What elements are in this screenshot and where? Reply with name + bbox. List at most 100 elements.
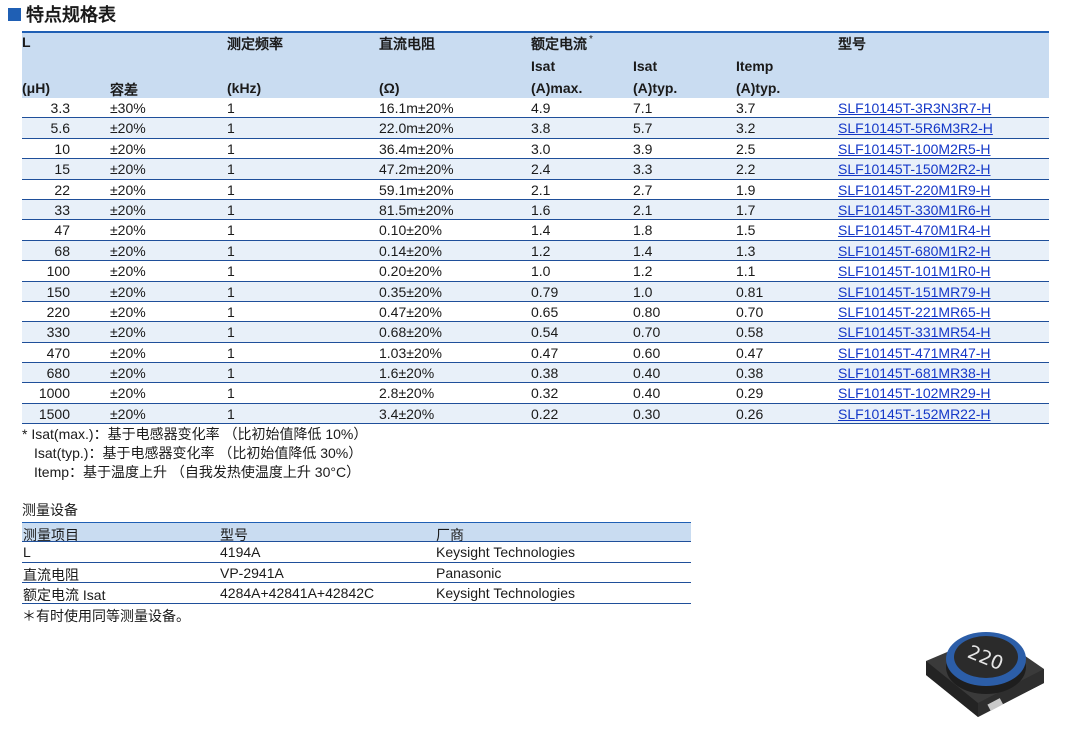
inductance-value: 220 <box>46 303 70 320</box>
dcr-value: 47.2m±20% <box>379 161 454 178</box>
freq-value: 1 <box>227 120 235 137</box>
part-number-link[interactable]: SLF10145T-470M1R4-H <box>838 222 991 238</box>
isat-max-value: 0.47 <box>531 344 559 361</box>
footnote-itemp: Itemp：基于温度上升 （自我发热使温度上升 30°C） <box>34 464 361 480</box>
itemp-value: 1.9 <box>736 181 756 198</box>
equipment-item: 直流电阻 <box>23 566 79 583</box>
tolerance-value: ±20% <box>110 365 146 382</box>
isat-typ-value: 0.40 <box>633 385 661 402</box>
spec-table-body: 3.3 ±30% 1 16.1m±20% 4.9 7.1 3.7 SLF10145T-3R3N… <box>22 98 1049 425</box>
equipment-vendor: Panasonic <box>436 564 502 581</box>
freq-value: 1 <box>227 303 235 320</box>
dcr-value: 59.1m±20% <box>379 181 454 198</box>
freq-value: 1 <box>227 222 235 239</box>
itemp-value: 0.58 <box>736 324 764 341</box>
isat-max-value: 1.6 <box>531 201 551 218</box>
spec-row: 10 ±20% 1 36.4m±20% 3.0 3.9 2.5 SLF10145T-100M2… <box>22 139 1049 160</box>
isat-max-value: 1.4 <box>531 222 551 239</box>
tolerance-value: ±20% <box>110 181 146 198</box>
inductance-value: 15 <box>54 161 70 178</box>
equipment-title: 测量设备 <box>22 502 78 518</box>
part-number-link[interactable]: SLF10145T-101M1R0-H <box>838 263 991 279</box>
spec-row: 680 ±20% 1 1.6±20% 0.38 0.40 0.38 SLF10145T-681… <box>22 363 1049 384</box>
col-isat-max-header: Isat <box>531 58 556 74</box>
isat-typ-value: 0.40 <box>633 365 661 382</box>
isat-max-value: 2.4 <box>531 161 551 178</box>
col-itemp-header: Itemp <box>736 58 774 74</box>
spec-row: 1500 ±20% 1 3.4±20% 0.22 0.30 0.26 SLF10145T-15… <box>22 403 1049 425</box>
part-number-link[interactable]: SLF10145T-102MR29-H <box>838 385 991 401</box>
col-part-number-header: 型号 <box>838 36 866 52</box>
part-number-link[interactable]: SLF10145T-331MR54-H <box>838 324 991 340</box>
freq-value: 1 <box>227 100 235 116</box>
isat-max-value: 3.0 <box>531 140 551 157</box>
dcr-value: 22.0m±20% <box>379 120 454 137</box>
col-rated-header: 额定电流 * <box>531 34 593 54</box>
spec-row: 5.6 ±20% 1 22.0m±20% 3.8 5.7 3.2 SLF10145T-5R6M… <box>22 118 1049 139</box>
tolerance-value: ±20% <box>110 161 146 178</box>
spec-row: 22 ±20% 1 59.1m±20% 2.1 2.7 1.9 SLF10145T-220M1… <box>22 180 1049 200</box>
tolerance-value: ±30% <box>110 100 146 116</box>
spec-table: L (μH) 容差 测定频率 (kHz) 直流电阻 (Ω) 额定电流 * Isat… <box>22 31 1049 425</box>
col-tolerance-header: 容差 <box>110 82 138 98</box>
equipment-vendor: Keysight Technologies <box>436 585 576 601</box>
isat-max-value: 1.2 <box>531 242 551 259</box>
equipment-model: 4194A <box>220 544 261 560</box>
isat-typ-value: 1.4 <box>633 242 653 259</box>
itemp-value: 3.7 <box>736 100 756 116</box>
itemp-value: 0.70 <box>736 303 764 320</box>
part-number-link[interactable]: SLF10145T-220M1R9-H <box>838 182 991 198</box>
itemp-value: 1.5 <box>736 222 756 239</box>
part-number-link[interactable]: SLF10145T-330M1R6-H <box>838 202 991 218</box>
part-number-link[interactable]: SLF10145T-221MR65-H <box>838 304 991 320</box>
part-number-link[interactable]: SLF10145T-680M1R2-H <box>838 243 991 259</box>
freq-value: 1 <box>227 324 235 341</box>
dcr-value: 0.35±20% <box>379 283 442 300</box>
col-l-unit: (μH) <box>22 80 50 96</box>
dcr-value: 0.10±20% <box>379 222 442 239</box>
spec-table-header: L (μH) 容差 测定频率 (kHz) 直流电阻 (Ω) 额定电流 * Isat… <box>22 31 1049 98</box>
part-number-link[interactable]: SLF10145T-100M2R5-H <box>838 141 991 157</box>
dcr-value: 16.1m±20% <box>379 100 454 116</box>
spec-row: 150 ±20% 1 0.35±20% 0.79 1.0 0.81 SLF10145T-151… <box>22 281 1049 302</box>
dcr-value: 0.47±20% <box>379 303 442 320</box>
inductance-value: 1000 <box>38 385 70 402</box>
isat-typ-value: 7.1 <box>633 100 653 116</box>
spec-row: 47 ±20% 1 0.10±20% 1.4 1.8 1.5 SLF10145T-470M1R… <box>22 220 1049 241</box>
itemp-value: 1.3 <box>736 242 756 259</box>
col-isat-typ-unit: (A)typ. <box>633 80 678 96</box>
part-number-link[interactable]: SLF10145T-3R3N3R7-H <box>838 100 991 116</box>
isat-typ-value: 0.60 <box>633 344 661 361</box>
freq-value: 1 <box>227 365 235 382</box>
spec-row: 15 ±20% 1 47.2m±20% 2.4 3.3 2.2 SLF10145T-150M2… <box>22 159 1049 180</box>
isat-max-value: 0.32 <box>531 385 559 402</box>
part-number-link[interactable]: SLF10145T-471MR47-H <box>838 345 991 361</box>
equipment-row: 直流电阻 VP-2941A Panasonic <box>22 563 691 583</box>
part-number-link[interactable]: SLF10145T-150M2R2-H <box>838 161 991 177</box>
isat-typ-value: 1.8 <box>633 222 653 239</box>
col-freq-unit: (kHz) <box>227 80 262 96</box>
tolerance-value: ±20% <box>110 385 146 402</box>
dcr-value: 0.14±20% <box>379 242 442 259</box>
part-number-link[interactable]: SLF10145T-5R6M3R2-H <box>838 120 993 136</box>
part-number-link[interactable]: SLF10145T-152MR22-H <box>838 406 991 422</box>
inductance-value: 68 <box>54 242 70 259</box>
tolerance-value: ±20% <box>110 405 146 422</box>
rated-asterisk: * <box>589 34 593 45</box>
isat-typ-value: 1.2 <box>633 263 653 280</box>
inductance-value: 10 <box>54 140 70 157</box>
equipment-table: 测量项目 型号 厂商 L 4194A Keysight Technologies… <box>22 522 691 604</box>
isat-max-value: 0.54 <box>531 324 559 341</box>
part-number-link[interactable]: SLF10145T-151MR79-H <box>838 284 991 300</box>
freq-value: 1 <box>227 161 235 178</box>
itemp-value: 0.47 <box>736 344 764 361</box>
inductance-value: 330 <box>46 324 70 341</box>
isat-max-value: 0.79 <box>531 283 559 300</box>
itemp-value: 0.81 <box>736 283 764 300</box>
itemp-value: 2.5 <box>736 140 756 157</box>
title-square-icon <box>8 7 21 21</box>
tolerance-value: ±20% <box>110 120 146 137</box>
freq-value: 1 <box>227 263 235 280</box>
col-isat-typ-header: Isat <box>633 58 658 74</box>
part-number-link[interactable]: SLF10145T-681MR38-H <box>838 365 991 381</box>
